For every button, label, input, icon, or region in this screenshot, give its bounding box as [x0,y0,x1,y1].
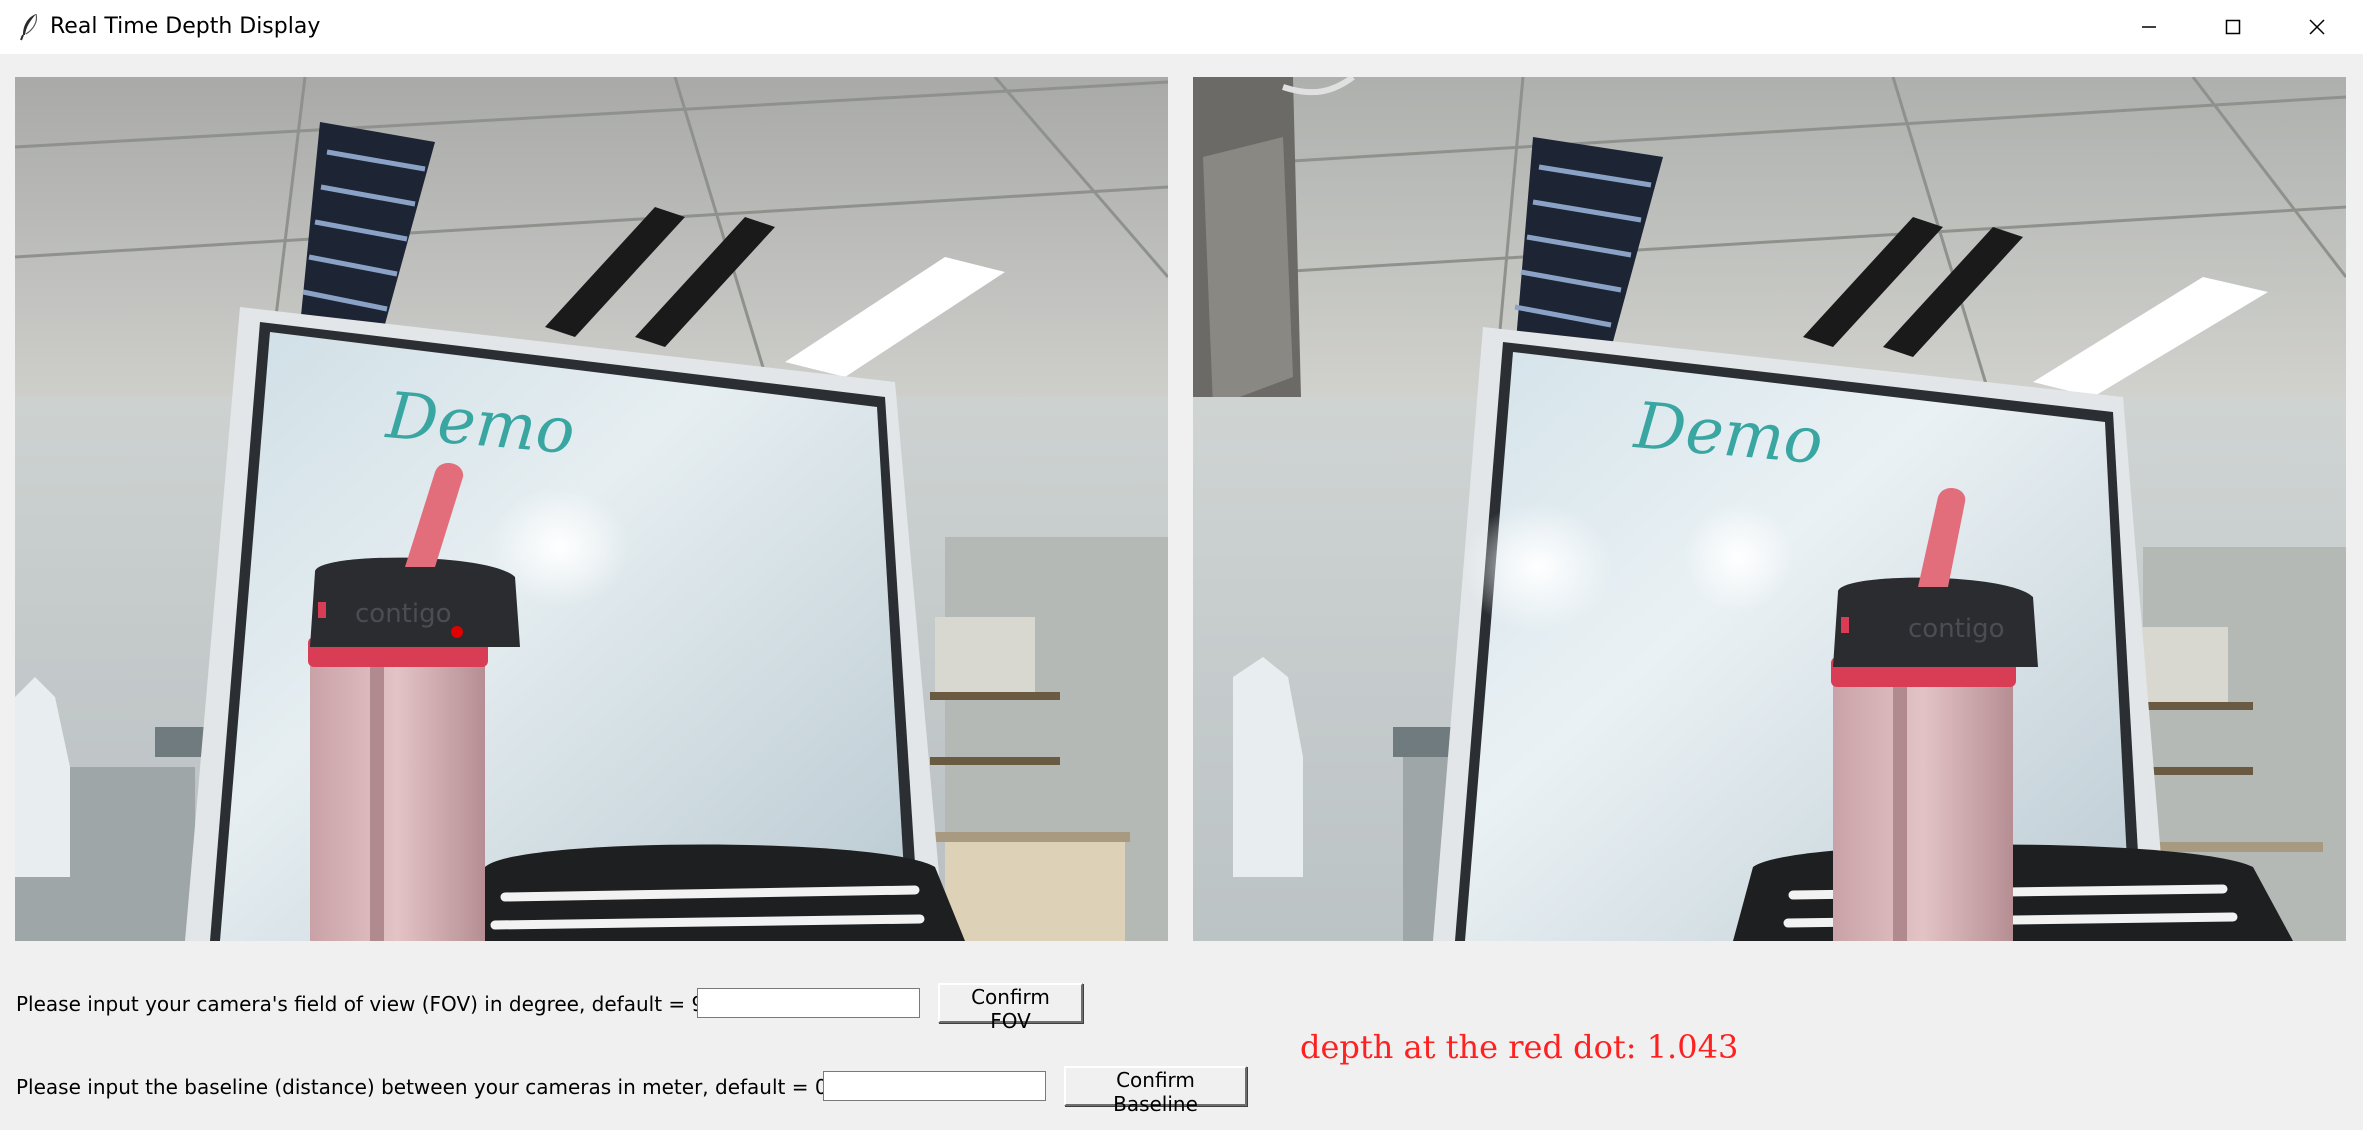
bottle-label-text: contigo [355,599,452,629]
close-icon [2309,19,2325,35]
close-button[interactable] [2275,0,2359,54]
confirm-baseline-button[interactable]: Confirm Baseline [1064,1066,1247,1116]
maximize-icon [2225,19,2241,35]
window-title: Real Time Depth Display [50,14,321,39]
minimize-button[interactable] [2107,0,2191,54]
minimize-icon [2142,26,2156,28]
depth-marker-dot [451,626,463,638]
baseline-label: Please input the baseline (distance) bet… [16,1075,867,1099]
confirm-fov-button[interactable]: Confirm FOV [938,983,1083,1033]
fov-label: Please input your camera's field of view… [16,992,724,1016]
app-window: Real Time Depth Display Demo contigo Dem… [0,0,2363,1130]
baseline-input[interactable] [823,1071,1046,1101]
right-camera-feed: Demo contigo [1193,77,2346,941]
depth-readout: depth at the red dot: 1.043 [1300,1028,1739,1066]
maximize-button[interactable] [2191,0,2275,54]
title-bar[interactable]: Real Time Depth Display [0,0,2363,54]
left-camera-feed: Demo contigo [15,77,1168,941]
bottle-label-text: contigo [1908,614,2005,644]
feather-icon [20,13,38,41]
fov-input[interactable] [697,988,920,1018]
